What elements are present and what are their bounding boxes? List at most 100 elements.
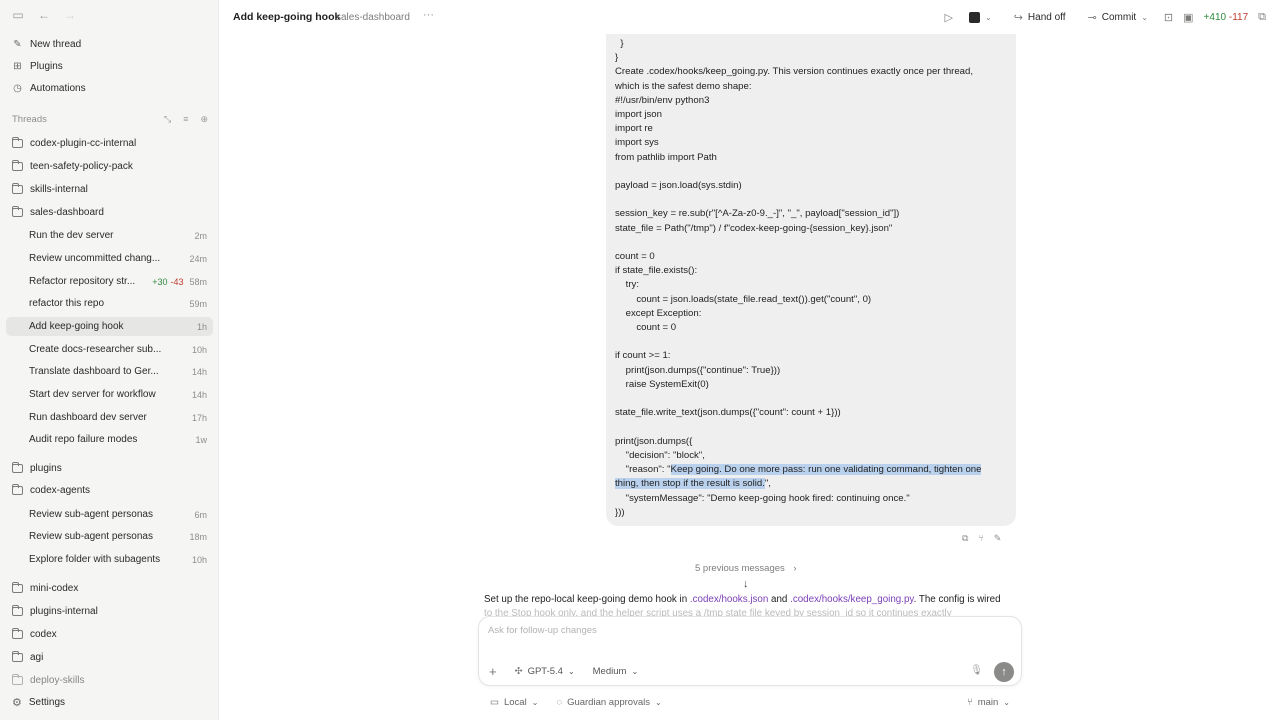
previous-messages-label: 5 previous messages <box>695 563 785 574</box>
folder-item[interactable]: codex-agents <box>12 482 90 498</box>
composer: + ✣ GPT-5.4 ⌄ Medium ⌄ 🎙 ↑ <box>478 616 1022 686</box>
folder-item[interactable]: teen-safety-policy-pack <box>12 158 133 174</box>
diff-panel-icon[interactable]: ▣ <box>1183 11 1193 24</box>
diff-additions: +30 <box>152 276 168 287</box>
folder-icon <box>12 581 23 593</box>
settings-button[interactable]: ⚙ Settings <box>12 696 65 709</box>
nav-plugins[interactable]: ⊞ Plugins <box>12 58 63 74</box>
folder-label: plugins <box>30 462 62 474</box>
window-controls: ▭ ← → <box>12 9 76 21</box>
chevron-down-icon: ⌄ <box>1003 698 1010 707</box>
thread-title: Start dev server for workflow <box>29 389 156 400</box>
effort-selector[interactable]: Medium ⌄ <box>593 666 639 677</box>
nav-automations[interactable]: ◷ Automations <box>12 80 85 96</box>
branch-selector[interactable]: ⑂ main ⌄ <box>967 697 1010 708</box>
folder-label: mini-codex <box>30 582 79 594</box>
previous-messages-link[interactable]: 5 previous messages › <box>695 563 797 574</box>
chevron-down-icon: ⌄ <box>985 13 992 22</box>
message-text: and <box>768 594 791 605</box>
file-link[interactable]: .codex/hooks.json <box>690 594 768 605</box>
thread-item[interactable]: Translate dashboard to Ger... 14h <box>6 362 213 381</box>
folder-item[interactable]: codex-plugin-cc-internal <box>12 135 136 151</box>
branch-icon[interactable]: ⑂ <box>978 533 983 544</box>
hand-off-button[interactable]: ↪ Hand off <box>1008 8 1072 27</box>
folder-icon <box>12 604 23 616</box>
diff-stats[interactable]: +410 -117 <box>1204 12 1249 23</box>
message-actions: ⧉ ⑂ ✎ <box>962 533 1001 544</box>
back-arrow-icon[interactable]: ← <box>38 9 50 21</box>
approvals-selector[interactable]: ◌ Guardian approvals ⌄ <box>556 697 661 708</box>
file-link[interactable]: .codex/hooks/keep_going.py <box>790 594 913 605</box>
commit-button[interactable]: ⊸ Commit ⌄ <box>1082 8 1154 27</box>
model-label: GPT-5.4 <box>527 666 563 677</box>
commit-label: Commit <box>1101 12 1137 23</box>
follow-up-input[interactable] <box>488 625 888 636</box>
edit-icon[interactable]: ✎ <box>994 533 1002 544</box>
forward-arrow-icon[interactable]: → <box>64 9 76 21</box>
thread-item[interactable]: Review sub-agent personas 6m <box>6 505 213 524</box>
folder-item[interactable]: agi <box>12 649 43 665</box>
more-options-icon[interactable]: ··· <box>423 9 434 21</box>
thread-item[interactable]: Refactor repository str... +30 -43 58m <box>6 272 213 291</box>
folder-icon <box>12 182 23 194</box>
thread-item[interactable]: Run dashboard dev server 17h <box>6 408 213 427</box>
copy-icon[interactable]: ⧉ <box>1258 11 1266 24</box>
terminal-panel-icon[interactable]: ⊡ <box>1164 11 1173 24</box>
hand-off-icon: ↪ <box>1013 12 1023 24</box>
folder-label: agi <box>30 651 44 663</box>
environment-selector[interactable]: ▭ Local ⌄ <box>490 697 538 708</box>
folder-label: teen-safety-policy-pack <box>30 160 133 172</box>
folder-item[interactable]: plugins-internal <box>12 603 98 619</box>
thread-title: Review sub-agent personas <box>29 509 153 520</box>
filter-icon[interactable]: ≡ <box>183 114 188 125</box>
nav-new-thread[interactable]: ✎ New thread <box>12 36 81 52</box>
chevron-down-icon: ⌄ <box>654 698 662 707</box>
thread-time: 14h <box>191 366 207 377</box>
play-icon[interactable]: ▷ <box>945 11 953 24</box>
folder-item[interactable]: plugins <box>12 460 62 476</box>
clock-icon: ◷ <box>13 82 22 94</box>
thread-item[interactable]: Review sub-agent personas 18m <box>6 527 213 546</box>
chevron-down-icon: ⌄ <box>531 698 539 707</box>
commit-icon: ⊸ <box>1087 12 1097 24</box>
folder-label: sales-dashboard <box>30 206 104 218</box>
code-text: } } Create .codex/hooks/keep_going.py. T… <box>615 38 974 476</box>
thread-title: Add keep-going hook <box>29 321 124 332</box>
sidebar-toggle-icon[interactable]: ▭ <box>12 9 24 21</box>
terminal-selector[interactable]: ⌄ <box>963 9 998 26</box>
folder-item[interactable]: deploy-skills <box>12 672 84 688</box>
thread-item-active[interactable]: Add keep-going hook 1h <box>6 317 213 336</box>
folder-item[interactable]: codex <box>12 626 57 642</box>
copy-icon[interactable]: ⧉ <box>962 533 968 544</box>
model-selector[interactable]: ✣ GPT-5.4 ⌄ <box>515 666 575 677</box>
folder-icon <box>12 650 23 662</box>
thread-item[interactable]: Run the dev server 2m <box>6 226 213 245</box>
folder-item[interactable]: sales-dashboard <box>12 204 104 220</box>
folder-open-icon <box>12 205 23 217</box>
scroll-down-arrow-icon[interactable]: ↓ <box>743 578 749 590</box>
thread-item[interactable]: refactor this repo 59m <box>6 294 213 313</box>
gear-icon: ⚙ <box>12 697 22 709</box>
sidebar: ▭ ← → ✎ New thread ⊞ Plugins ◷ Automatio… <box>0 0 219 720</box>
edit-icon: ✎ <box>13 38 22 50</box>
branch-label: main <box>977 697 999 708</box>
terminal-icon <box>969 12 980 23</box>
thread-title: Review sub-agent personas <box>29 531 153 542</box>
nav-label: New thread <box>30 38 82 50</box>
folder-item[interactable]: skills-internal <box>12 181 88 197</box>
thread-item[interactable]: Explore folder with subagents 10h <box>6 550 213 569</box>
new-folder-icon[interactable]: ⊕ <box>200 114 208 125</box>
microphone-icon[interactable]: 🎙 <box>970 665 983 676</box>
thread-item[interactable]: Audit repo failure modes 1w <box>6 430 213 449</box>
add-attachment-icon[interactable]: + <box>489 664 497 679</box>
thread-item[interactable]: Start dev server for workflow 14h <box>6 385 213 404</box>
send-button[interactable]: ↑ <box>994 662 1014 682</box>
thread-item[interactable]: Create docs-researcher sub... 10h <box>6 340 213 359</box>
user-message-bubble: } } Create .codex/hooks/keep_going.py. T… <box>606 34 1016 526</box>
thread-time: 1h <box>196 321 207 332</box>
collapse-icon[interactable]: ⤡ <box>164 114 171 125</box>
chevron-down-icon: ⌄ <box>1141 13 1148 22</box>
folder-icon <box>12 673 23 685</box>
folder-item[interactable]: mini-codex <box>12 580 78 596</box>
thread-item[interactable]: Review uncommitted chang... 24m <box>6 249 213 268</box>
